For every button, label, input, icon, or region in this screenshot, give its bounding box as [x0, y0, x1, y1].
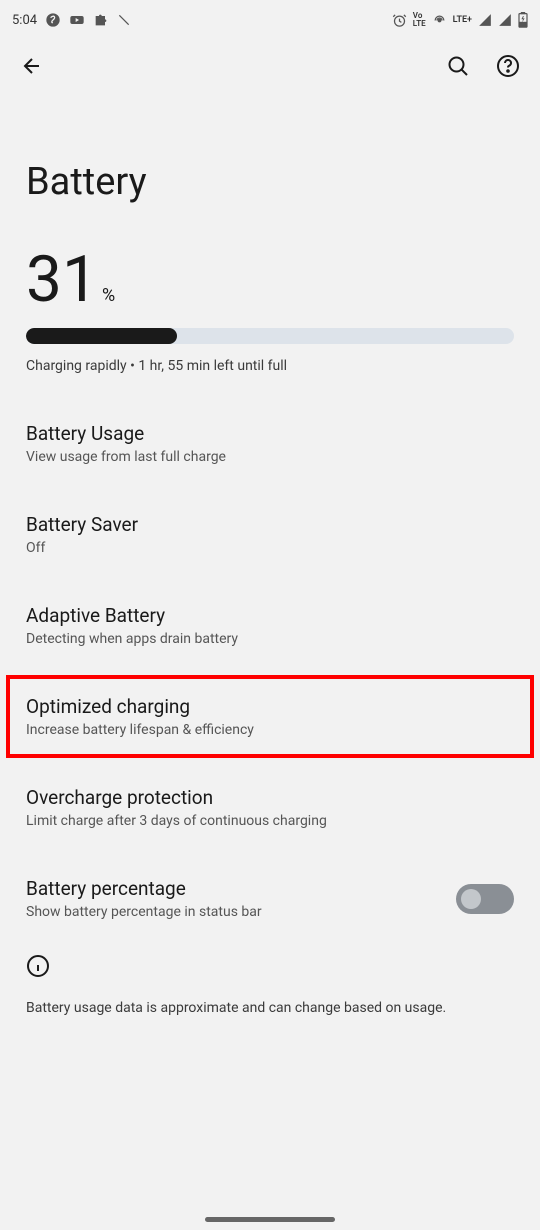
charging-status: Charging rapidly • 1 hr, 55 min left unt…	[26, 358, 514, 374]
setting-sub: Increase battery lifespan & efficiency	[26, 722, 514, 738]
setting-title: Battery percentage	[26, 877, 262, 900]
toggle-knob	[461, 889, 481, 909]
status-left: 5:04	[12, 12, 131, 28]
battery-percentage-item[interactable]: Battery percentage Show battery percenta…	[26, 863, 514, 934]
optimized-charging-item[interactable]: Optimized charging Increase battery life…	[26, 681, 514, 752]
setting-sub: Detecting when apps drain battery	[26, 631, 514, 647]
search-button[interactable]	[446, 54, 470, 82]
battery-percentage-toggle[interactable]	[456, 884, 514, 914]
help-button[interactable]	[496, 54, 520, 82]
percent-value: 31	[26, 248, 98, 312]
content: Battery 31 % Charging rapidly • 1 hr, 55…	[0, 160, 540, 1016]
puzzle-icon	[93, 12, 109, 28]
status-bar: 5:04 VoLTE LTE+	[0, 0, 540, 40]
setting-title: Overcharge protection	[26, 786, 514, 809]
volte-icon: VoLTE	[413, 12, 426, 28]
setting-title: Battery Usage	[26, 422, 514, 445]
shazam-icon	[45, 12, 61, 28]
battery-saver-item[interactable]: Battery Saver Off	[26, 499, 514, 570]
info-icon	[26, 954, 514, 982]
battery-usage-item[interactable]: Battery Usage View usage from last full …	[26, 408, 514, 479]
battery-progress-fill	[26, 328, 177, 344]
lte-label: LTE+	[453, 16, 472, 25]
battery-progress	[26, 328, 514, 344]
signal-icon-2	[498, 13, 512, 27]
hotspot-icon	[432, 13, 447, 28]
setting-sub: Show battery percentage in status bar	[26, 904, 262, 920]
setting-sub: View usage from last full charge	[26, 449, 514, 465]
stylus-icon	[117, 13, 131, 27]
info-text: Battery usage data is approximate and ca…	[26, 1000, 514, 1016]
youtube-icon	[69, 12, 85, 28]
adaptive-battery-item[interactable]: Adaptive Battery Detecting when apps dra…	[26, 590, 514, 661]
status-time: 5:04	[12, 13, 37, 28]
percent-sign: %	[102, 285, 115, 306]
setting-title: Battery Saver	[26, 513, 514, 536]
info-section: Battery usage data is approximate and ca…	[26, 954, 514, 1016]
overcharge-protection-item[interactable]: Overcharge protection Limit charge after…	[26, 772, 514, 843]
battery-icon	[518, 12, 528, 28]
app-bar	[0, 40, 540, 96]
nav-handle[interactable]	[205, 1217, 335, 1222]
setting-title: Adaptive Battery	[26, 604, 514, 627]
status-right: VoLTE LTE+	[392, 12, 528, 28]
battery-percent: 31 %	[26, 248, 514, 312]
back-button[interactable]	[20, 54, 44, 82]
setting-sub: Limit charge after 3 days of continuous …	[26, 813, 514, 829]
alarm-icon	[392, 13, 407, 28]
setting-title: Optimized charging	[26, 695, 514, 718]
signal-icon-1	[478, 13, 492, 27]
page-title: Battery	[26, 160, 514, 204]
setting-sub: Off	[26, 540, 514, 556]
